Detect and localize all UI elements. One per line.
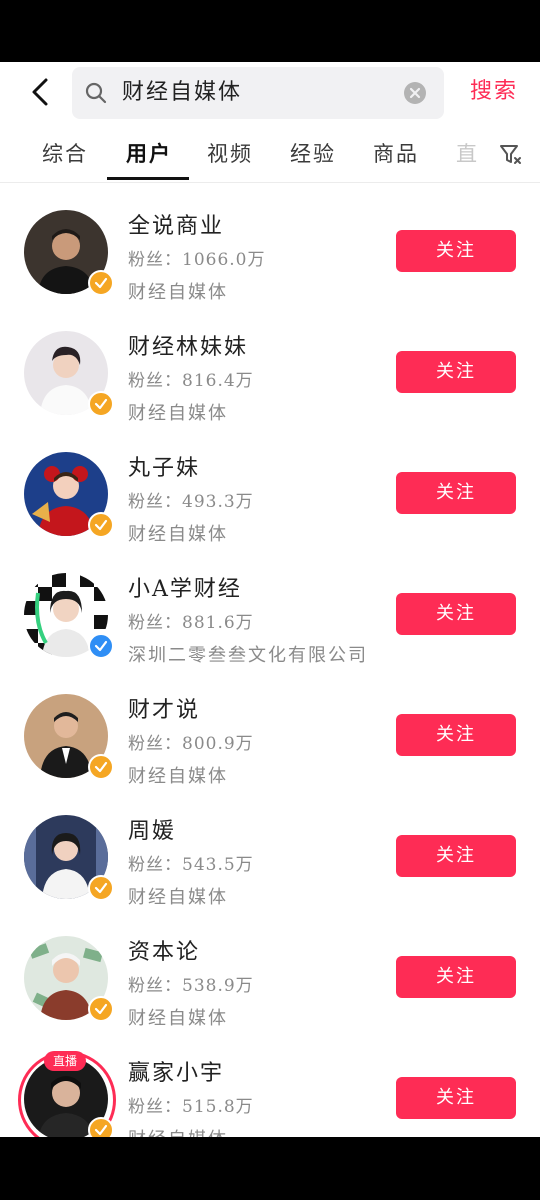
back-icon[interactable]: [22, 74, 58, 110]
tab-live[interactable]: 直: [456, 134, 479, 174]
search-button[interactable]: 搜索: [470, 74, 518, 110]
follow-button[interactable]: 关注: [396, 230, 516, 272]
tab-all[interactable]: 综合: [42, 134, 88, 174]
verified-badge-icon: [88, 996, 114, 1022]
user-description: 财经自媒体: [128, 1008, 228, 1029]
list-item[interactable]: 小A学财经 粉丝：881.6万 深圳二零叁叁文化有限公司 关注: [0, 573, 540, 693]
user-description: 财经自媒体: [128, 1125, 228, 1137]
follow-button[interactable]: 关注: [396, 956, 516, 998]
follow-button[interactable]: 关注: [396, 351, 516, 393]
list-item[interactable]: 全说商业 粉丝：1066.0万 财经自媒体 关注: [0, 210, 540, 330]
live-badge: 直播: [44, 1051, 86, 1071]
fans-count: 粉丝：493.3万: [128, 492, 254, 512]
user-description: 财经自媒体: [128, 766, 228, 787]
list-item[interactable]: 直播 赢家小宇 粉丝：515.8万 财经自媒体 关注: [0, 1051, 540, 1137]
user-description: 财经自媒体: [128, 282, 228, 303]
tab-users[interactable]: 用户: [126, 134, 172, 174]
verified-badge-icon: [88, 754, 114, 780]
user-name: 丸子妹: [128, 456, 201, 481]
verified-badge-icon: [88, 1117, 114, 1137]
follow-button[interactable]: 关注: [396, 714, 516, 756]
follow-button[interactable]: 关注: [396, 472, 516, 514]
follow-button[interactable]: 关注: [396, 1077, 516, 1119]
list-item[interactable]: 财才说 粉丝：800.9万 财经自媒体 关注: [0, 694, 540, 814]
fans-count: 粉丝：543.5万: [128, 855, 254, 875]
fans-count: 粉丝：881.6万: [128, 613, 254, 633]
list-item[interactable]: 资本论 粉丝：538.9万 财经自媒体 关注: [0, 936, 540, 1056]
user-description: 财经自媒体: [128, 887, 228, 908]
tab-products[interactable]: 商品: [373, 134, 419, 174]
search-results-screen: 财经自媒体 搜索 综合 用户 视频 经验 商品 直 全说商业 粉丝：1066.0…: [0, 62, 540, 1137]
follow-button[interactable]: 关注: [396, 593, 516, 635]
list-item[interactable]: 周媛 粉丝：543.5万 财经自媒体 关注: [0, 815, 540, 935]
fans-count: 粉丝：800.9万: [128, 734, 254, 754]
follow-button[interactable]: 关注: [396, 835, 516, 877]
user-description: 财经自媒体: [128, 524, 228, 545]
user-name: 全说商业: [128, 214, 225, 239]
user-name: 财经林妹妹: [128, 335, 249, 360]
filter-icon[interactable]: [498, 142, 522, 166]
tab-experience[interactable]: 经验: [290, 134, 336, 174]
active-tab-underline: [107, 177, 189, 180]
verified-badge-icon: [88, 875, 114, 901]
user-description: 财经自媒体: [128, 403, 228, 424]
fans-count: 粉丝：538.9万: [128, 976, 254, 996]
clear-icon[interactable]: [404, 82, 426, 104]
user-description: 深圳二零叁叁文化有限公司: [128, 645, 368, 666]
result-tabs: 综合 用户 视频 经验 商品 直: [0, 124, 540, 183]
search-query-text: 财经自媒体: [122, 80, 243, 105]
user-name: 小A学财经: [128, 577, 242, 602]
search-icon: [84, 81, 108, 105]
verified-badge-icon: [88, 270, 114, 296]
verified-badge-icon: [88, 391, 114, 417]
user-name: 赢家小宇: [128, 1061, 225, 1086]
search-header: 财经自媒体 搜索: [0, 62, 540, 122]
list-item[interactable]: 财经林妹妹 粉丝：816.4万 财经自媒体 关注: [0, 331, 540, 451]
fans-count: 粉丝：816.4万: [128, 371, 254, 391]
fans-count: 粉丝：1066.0万: [128, 250, 266, 270]
user-name: 财才说: [128, 698, 201, 723]
search-input[interactable]: 财经自媒体: [72, 67, 444, 119]
user-name: 周媛: [128, 819, 177, 844]
list-item[interactable]: 丸子妹 粉丝：493.3万 财经自媒体 关注: [0, 452, 540, 572]
tab-videos[interactable]: 视频: [207, 134, 253, 174]
verified-badge-icon: [88, 512, 114, 538]
user-name: 资本论: [128, 940, 201, 965]
fans-count: 粉丝：515.8万: [128, 1097, 254, 1117]
verified-badge-icon: [88, 633, 114, 659]
